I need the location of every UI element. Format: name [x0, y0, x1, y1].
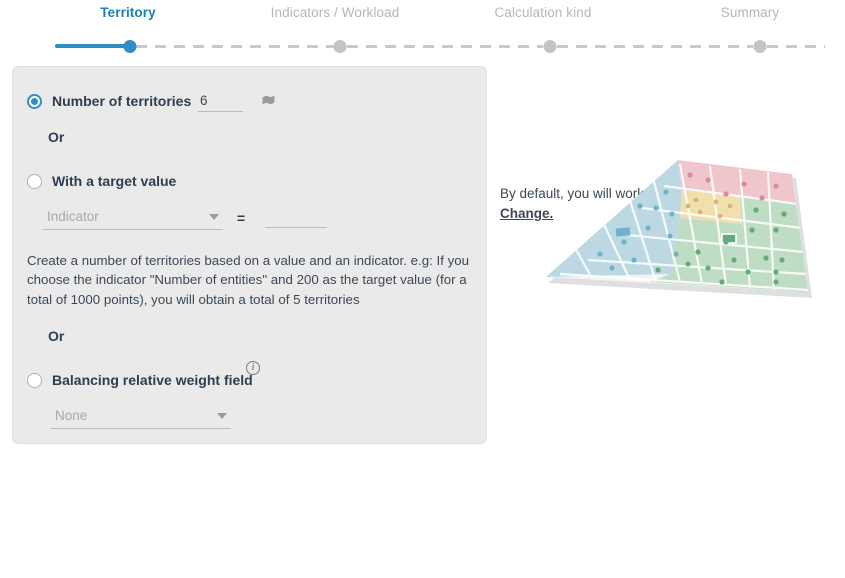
radio-number-of-territories[interactable]: [27, 93, 42, 109]
territory-options-card: Number of territories Or With a target v…: [12, 66, 487, 444]
progress-segment-dashed-2: [347, 44, 543, 48]
progress-segment-dashed-4: [767, 44, 825, 48]
chevron-down-icon: [217, 412, 227, 419]
option-with-target-value[interactable]: With a target value: [27, 173, 176, 189]
wizard-step-territory[interactable]: Territory: [100, 5, 155, 20]
progress-segment-dashed-1: [136, 44, 334, 48]
step-dot-indicators[interactable]: [333, 40, 347, 53]
equals-sign: =: [237, 210, 246, 226]
balancing-weight-select[interactable]: None: [51, 405, 231, 429]
footer-action-bar: Continue Summary Advanced mode: [0, 462, 845, 578]
wizard-progress-track: [0, 40, 845, 53]
target-value-input[interactable]: [265, 209, 327, 228]
wizard-step-labels: Territory Indicators / Workload Calculat…: [0, 0, 845, 30]
indicator-select-value: Indicator: [47, 209, 99, 224]
progress-segment-dashed-3: [557, 44, 753, 48]
or-separator-2: Or: [48, 328, 65, 344]
territory-count-input[interactable]: [198, 93, 243, 112]
info-icon[interactable]: i: [246, 361, 260, 375]
scope-info-panel: By default, you will work on all items. …: [500, 62, 845, 462]
step-dot-calculation-kind[interactable]: [543, 40, 557, 53]
wizard-step-calculation-kind[interactable]: Calculation kind: [495, 5, 592, 20]
wizard-step-summary[interactable]: Summary: [721, 5, 779, 20]
target-value-explanation: Create a number of territories based on …: [27, 253, 470, 307]
territory-map-illustration: [530, 142, 840, 347]
indicator-select[interactable]: Indicator: [43, 206, 223, 230]
step-dot-territory[interactable]: [123, 40, 137, 53]
main-content-area: Number of territories Or With a target v…: [0, 62, 845, 462]
chevron-down-icon: [209, 213, 219, 220]
option-with-target-value-label: With a target value: [52, 173, 177, 189]
option-balancing-weight[interactable]: Balancing relative weight field: [27, 372, 253, 388]
territory-shape-icon: [261, 93, 276, 112]
option-balancing-weight-label: Balancing relative weight field: [52, 372, 253, 388]
option-number-of-territories[interactable]: Number of territories: [27, 93, 191, 109]
wizard-stepper: Territory Indicators / Workload Calculat…: [0, 0, 845, 62]
radio-balancing-weight[interactable]: [27, 372, 42, 388]
step-dot-summary[interactable]: [753, 40, 767, 53]
radio-with-target-value[interactable]: [27, 173, 42, 189]
progress-segment-complete: [55, 44, 133, 48]
option-number-of-territories-label: Number of territories: [52, 93, 192, 109]
balancing-weight-select-value: None: [55, 408, 88, 423]
or-separator-1: Or: [48, 129, 65, 145]
wizard-step-indicators-workload[interactable]: Indicators / Workload: [271, 5, 400, 20]
